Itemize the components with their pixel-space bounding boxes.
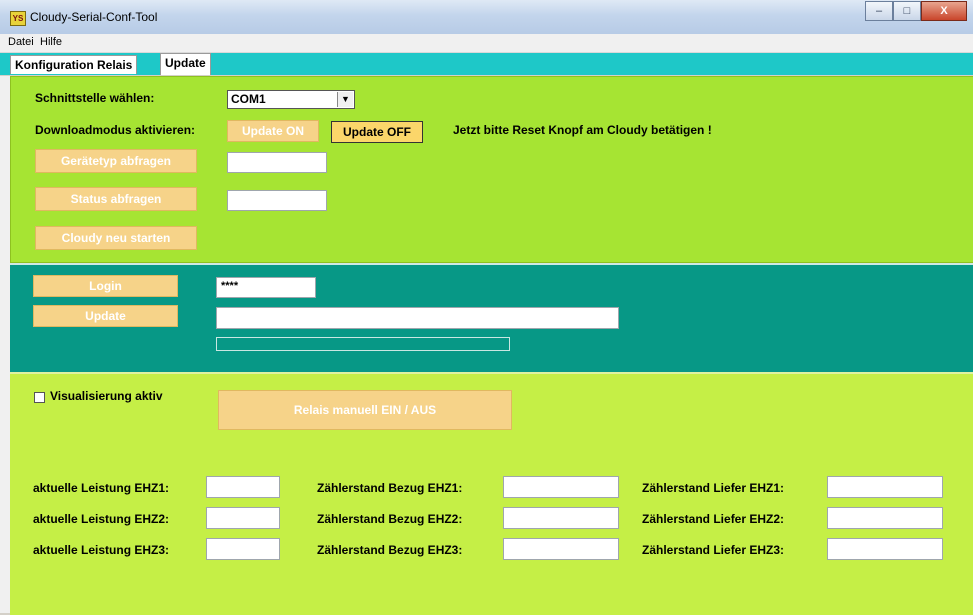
import-label-ehz3: Zählerstand Bezug EHZ3: (317, 543, 463, 557)
import-field-ehz2[interactable] (503, 507, 619, 529)
interface-label: Schnittstelle wählen: (35, 91, 155, 105)
close-icon[interactable]: X (921, 1, 967, 21)
power-label-ehz1: aktuelle Leistung EHZ1: (33, 481, 170, 495)
device-panel: Schnittstelle wählen: COM1 ▼ Downloadmod… (10, 76, 973, 263)
export-label-ehz3: Zählerstand Liefer EHZ3: (642, 543, 785, 557)
restart-cloudy-button[interactable]: Cloudy neu starten (35, 226, 197, 250)
download-mode-label: Downloadmodus aktivieren: (35, 123, 196, 137)
menu-bar: Datei Hilfe (0, 34, 973, 53)
update-off-button[interactable]: Update OFF (331, 121, 423, 143)
power-label-ehz3: aktuelle Leistung EHZ3: (33, 543, 170, 557)
file-path-field[interactable] (216, 307, 619, 329)
visualization-panel: Visualisierung aktiv Relais manuell EIN … (10, 372, 973, 615)
power-field-ehz1[interactable] (206, 476, 280, 498)
device-type-field[interactable] (227, 152, 327, 173)
power-field-ehz2[interactable] (206, 507, 280, 529)
tab-strip (0, 53, 973, 75)
reset-hint: Jetzt bitte Reset Knopf am Cloudy betäti… (453, 123, 712, 137)
tab-konfiguration-relais[interactable]: Konfiguration Relais (10, 55, 138, 74)
export-field-ehz3[interactable] (827, 538, 943, 560)
status-button[interactable]: Status abfragen (35, 187, 197, 211)
firmware-panel: Login **** Update (10, 263, 973, 372)
import-field-ehz3[interactable] (503, 538, 619, 560)
update-on-button[interactable]: Update ON (227, 120, 319, 142)
import-field-ehz1[interactable] (503, 476, 619, 498)
menu-hilfe[interactable]: Hilfe (40, 36, 62, 48)
password-field[interactable]: **** (216, 277, 316, 298)
import-label-ehz1: Zählerstand Bezug EHZ1: (317, 481, 463, 495)
visualization-label: Visualisierung aktiv (50, 389, 163, 403)
visualization-checkbox[interactable] (34, 392, 45, 403)
export-label-ehz2: Zählerstand Liefer EHZ2: (642, 512, 785, 526)
window-title: Cloudy-Serial-Conf-Tool (30, 10, 158, 24)
power-label-ehz2: aktuelle Leistung EHZ2: (33, 512, 170, 526)
window-titlebar[interactable]: YS Cloudy-Serial-Conf-Tool – □ X (0, 0, 973, 34)
app-icon: YS (10, 11, 26, 26)
export-label-ehz1: Zählerstand Liefer EHZ1: (642, 481, 785, 495)
interface-selected-value: COM1 (231, 92, 266, 106)
status-field[interactable] (227, 190, 327, 211)
window-controls: – □ X (865, 1, 967, 21)
import-label-ehz2: Zählerstand Bezug EHZ2: (317, 512, 463, 526)
tab-update[interactable]: Update (160, 53, 211, 75)
power-field-ehz3[interactable] (206, 538, 280, 560)
minimize-icon[interactable]: – (865, 1, 893, 21)
export-field-ehz1[interactable] (827, 476, 943, 498)
relay-toggle-button[interactable]: Relais manuell EIN / AUS (218, 390, 512, 430)
update-button[interactable]: Update (33, 305, 178, 327)
export-field-ehz2[interactable] (827, 507, 943, 529)
device-type-button[interactable]: Gerätetyp abfragen (35, 149, 197, 173)
menu-datei[interactable]: Datei (8, 36, 34, 48)
login-button[interactable]: Login (33, 275, 178, 297)
maximize-icon[interactable]: □ (893, 1, 921, 21)
interface-select[interactable]: COM1 ▼ (227, 90, 355, 109)
chevron-down-icon[interactable]: ▼ (337, 92, 353, 107)
update-progress-bar (216, 337, 510, 351)
